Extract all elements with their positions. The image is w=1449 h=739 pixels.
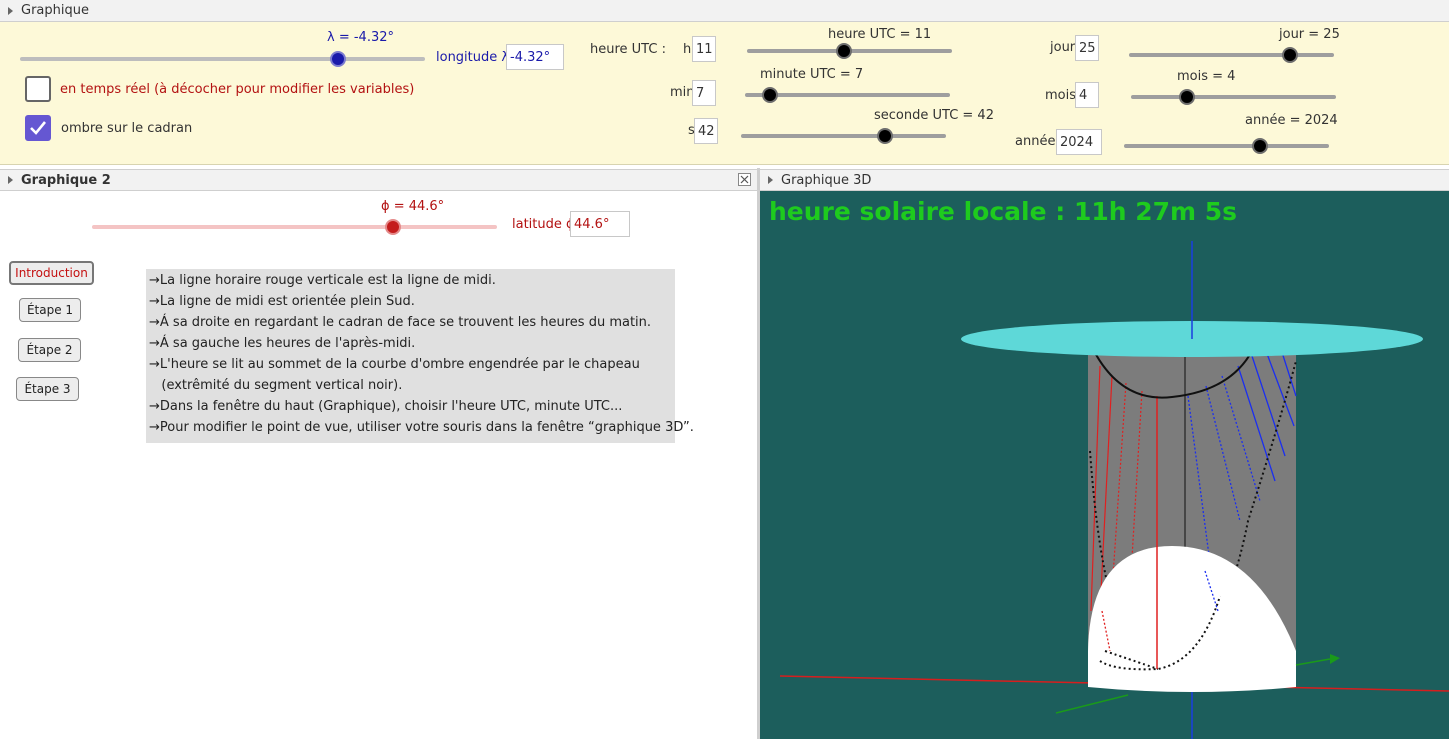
latitude-label: latitude ϕ xyxy=(512,217,575,232)
phi-slider-thumb[interactable] xyxy=(385,219,401,235)
hour-slider-label: heure UTC = 11 xyxy=(828,27,932,42)
view-3d[interactable]: heure solaire locale : 11h 27m 5s xyxy=(760,191,1449,739)
day-label: jour xyxy=(1050,40,1076,55)
month-input[interactable]: 4 xyxy=(1075,82,1099,108)
year-slider-label: année = 2024 xyxy=(1245,113,1338,128)
lambda-slider-label: λ = -4.32° xyxy=(327,30,394,45)
graph3d-titlebar[interactable]: Graphique 3D xyxy=(760,169,1449,191)
minute-label: min xyxy=(670,85,695,100)
month-slider-thumb[interactable] xyxy=(1179,89,1195,105)
lambda-slider[interactable] xyxy=(20,57,425,61)
latitude-input[interactable]: 44.6° xyxy=(570,211,630,237)
step1-button[interactable]: Étape 1 xyxy=(19,298,81,322)
solar-time-readout: heure solaire locale : 11h 27m 5s xyxy=(769,197,1238,226)
minute-input[interactable]: 7 xyxy=(692,80,716,106)
hour-input[interactable]: 11 xyxy=(692,36,716,62)
day-slider-thumb[interactable] xyxy=(1282,47,1298,63)
realtime-checkbox-label: en temps réel (à décocher pour modifier … xyxy=(60,82,415,97)
second-slider[interactable] xyxy=(741,134,946,138)
graph2-titlebar[interactable]: Graphique 2 xyxy=(0,169,757,191)
year-slider[interactable] xyxy=(1124,144,1329,148)
introduction-button[interactable]: Introduction xyxy=(9,261,94,285)
hour-slider-thumb[interactable] xyxy=(836,43,852,59)
minute-slider-thumb[interactable] xyxy=(762,87,778,103)
month-label: mois xyxy=(1045,88,1077,103)
day-input[interactable]: 25 xyxy=(1075,35,1099,61)
instruction-line: →La ligne de midi est orientée plein Sud… xyxy=(149,294,415,309)
month-slider[interactable] xyxy=(1131,95,1336,99)
close-icon[interactable] xyxy=(738,173,751,186)
year-slider-thumb[interactable] xyxy=(1252,138,1268,154)
instruction-line: (extrêmité du segment vertical noir). xyxy=(149,378,403,393)
collapse-triangle-icon[interactable] xyxy=(8,176,13,184)
day-slider[interactable] xyxy=(1129,53,1334,57)
top-panel-title: Graphique xyxy=(21,3,89,18)
instruction-line: →Pour modifier le point de vue, utiliser… xyxy=(149,420,694,435)
second-slider-thumb[interactable] xyxy=(877,128,893,144)
collapse-triangle-icon[interactable] xyxy=(768,176,773,184)
realtime-checkbox[interactable] xyxy=(25,76,51,102)
lambda-slider-thumb[interactable] xyxy=(330,51,346,67)
collapse-triangle-icon[interactable] xyxy=(8,6,13,15)
instruction-line: →L'heure se lit au sommet de la courbe d… xyxy=(149,357,640,372)
instruction-line: →Á sa gauche les heures de l'après-midi. xyxy=(149,336,416,351)
step2-button[interactable]: Étape 2 xyxy=(18,338,81,362)
top-panel-titlebar[interactable]: Graphique xyxy=(0,0,1449,22)
second-input[interactable]: 42 xyxy=(694,118,718,144)
checkmark-icon xyxy=(30,121,47,135)
longitude-label: longitude λ xyxy=(436,50,510,65)
shadow-checkbox-label: ombre sur le cadran xyxy=(61,121,193,136)
step3-button[interactable]: Étape 3 xyxy=(16,377,79,401)
utc-heading: heure UTC : xyxy=(590,42,666,57)
graph2-title: Graphique 2 xyxy=(21,172,111,188)
hour-label: h xyxy=(683,42,692,57)
arrow-head-icon xyxy=(1330,654,1340,664)
phi-slider[interactable] xyxy=(92,225,497,229)
top-panel: λ = -4.32° longitude λ -4.32° en temps r… xyxy=(0,22,1449,165)
minute-slider-label: minute UTC = 7 xyxy=(760,67,864,82)
y-axis-green xyxy=(1055,694,1129,714)
month-slider-label: mois = 4 xyxy=(1177,69,1236,84)
instruction-line: →Dans la fenêtre du haut (Graphique), ch… xyxy=(149,399,623,414)
instruction-line: →Á sa droite en regardant le cadran de f… xyxy=(149,315,652,330)
sundial-3d-scene[interactable] xyxy=(760,191,1449,739)
second-slider-label: seconde UTC = 42 xyxy=(874,108,994,123)
instruction-line: →La ligne horaire rouge verticale est la… xyxy=(149,273,496,288)
longitude-input[interactable]: -4.32° xyxy=(506,44,564,70)
year-input[interactable]: 2024 xyxy=(1056,129,1102,155)
instructions-box: →La ligne horaire rouge verticale est la… xyxy=(146,269,694,443)
shadow-checkbox[interactable] xyxy=(25,115,51,141)
graph3d-title: Graphique 3D xyxy=(781,172,872,188)
day-slider-label: jour = 25 xyxy=(1279,27,1340,42)
phi-slider-label: ϕ = 44.6° xyxy=(381,199,445,214)
year-label: année xyxy=(1015,134,1056,149)
